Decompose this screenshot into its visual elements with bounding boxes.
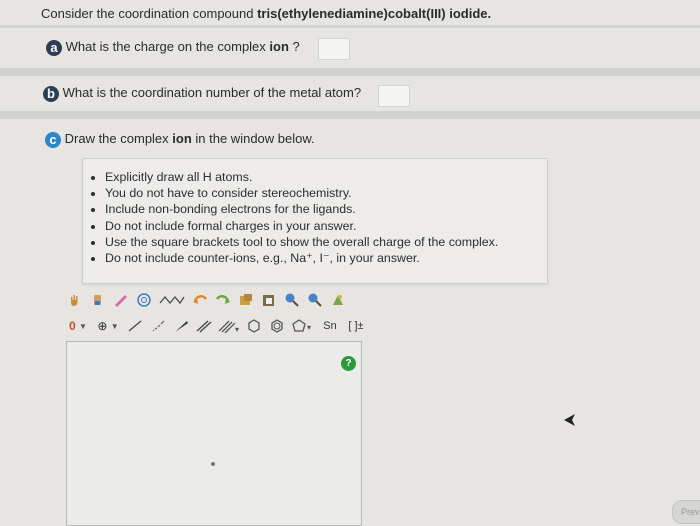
part-c: c Draw the complex ion in the window bel… xyxy=(45,131,315,148)
part-c-bold: ion xyxy=(172,131,192,146)
part-c-prefix: Draw the complex xyxy=(64,131,173,146)
divider xyxy=(0,111,700,119)
redo-icon[interactable] xyxy=(214,292,232,308)
single-bond-icon[interactable] xyxy=(126,318,144,334)
double-bond-icon[interactable] xyxy=(195,318,213,334)
plus-charge-icon: ⊕ xyxy=(97,319,108,333)
instruction-item: You do not have to consider stereochemis… xyxy=(105,185,547,201)
part-c-suffix: in the window below. xyxy=(191,131,315,146)
instruction-item: Do not include counter-ions, e.g., Na⁺, … xyxy=(105,250,547,266)
undo-icon[interactable] xyxy=(191,292,209,308)
erase-icon[interactable] xyxy=(89,292,107,308)
plus-charge-selector[interactable]: ⊕ ▼ xyxy=(95,318,121,334)
pencil-icon[interactable] xyxy=(112,292,130,308)
instruction-item: Include non-bonding electrons for the li… xyxy=(105,201,547,217)
chevron-down-icon: ▼ xyxy=(110,321,119,331)
part-b-text: What is the coordination number of the m… xyxy=(62,85,362,100)
part-a-bold: ion xyxy=(269,39,289,54)
svg-text:▾: ▾ xyxy=(307,323,311,332)
benzene-icon[interactable] xyxy=(268,318,286,334)
help-label: ? xyxy=(345,358,352,369)
cyclopentane-icon[interactable]: ▾ xyxy=(291,318,315,334)
zoom-in-icon[interactable] xyxy=(283,292,301,308)
charge-value: 0 xyxy=(69,319,76,333)
charge-selector[interactable]: 0 ▼ xyxy=(66,318,90,334)
part-b: b What is the coordination number of the… xyxy=(43,85,361,102)
divider xyxy=(0,25,700,28)
charge-answer-field[interactable] xyxy=(318,38,350,60)
toolbar-row-1 xyxy=(66,292,347,308)
previous-button[interactable]: Previ xyxy=(672,500,700,524)
sn-label: Sn xyxy=(323,320,337,332)
divider xyxy=(0,68,700,76)
cyclohexane-icon[interactable] xyxy=(245,318,263,334)
part-a-badge: a xyxy=(46,39,62,56)
drawing-canvas[interactable]: ? xyxy=(66,341,362,526)
bracket-label: [ ]± xyxy=(348,320,364,332)
previous-label: Previ xyxy=(681,507,700,517)
svg-text:▾: ▾ xyxy=(235,325,239,333)
brackets-icon[interactable]: [ ]± xyxy=(345,318,367,334)
instructions-box: Explicitly draw all H atoms. You do not … xyxy=(82,158,548,284)
compound-name: tris(ethylenediamine)cobalt(III) iodide. xyxy=(257,6,492,21)
question-header: Consider the coordination compound tris(… xyxy=(41,6,491,21)
paste-icon[interactable] xyxy=(260,292,278,308)
coordination-number-field[interactable] xyxy=(378,85,410,107)
zoom-out-icon[interactable] xyxy=(306,292,324,308)
hashed-bond-icon[interactable] xyxy=(149,318,167,334)
hand-icon[interactable] xyxy=(66,292,84,308)
chevron-down-icon: ▼ xyxy=(79,321,87,331)
part-a: a What is the charge on the complex ion … xyxy=(46,39,300,56)
instruction-item: Use the square brackets tool to show the… xyxy=(105,234,547,250)
help-button[interactable]: ? xyxy=(341,356,356,371)
header-prefix: Consider the coordination compound xyxy=(41,6,258,21)
sn-icon[interactable]: Sn xyxy=(320,318,340,334)
part-a-suffix: ? xyxy=(288,39,300,54)
instructions-list: Explicitly draw all H atoms. You do not … xyxy=(83,169,547,266)
instruction-item: Do not include formal charges in your an… xyxy=(105,218,547,234)
toolbar-row-2: 0 ▼ ⊕ ▼ ▾ ▾ Sn [ ]± xyxy=(66,318,367,334)
chain-icon[interactable] xyxy=(158,292,186,308)
triple-bond-icon[interactable]: ▾ xyxy=(218,318,240,334)
copy-icon[interactable] xyxy=(237,292,255,308)
instruction-item: Explicitly draw all H atoms. xyxy=(105,169,547,185)
part-c-badge: c xyxy=(45,131,61,148)
wedge-bond-icon[interactable] xyxy=(172,318,190,334)
canvas-dot xyxy=(211,462,215,466)
ring-template-icon[interactable] xyxy=(135,292,153,308)
clean-icon[interactable] xyxy=(329,292,347,308)
part-a-prefix: What is the charge on the complex xyxy=(65,39,270,54)
part-b-badge: b xyxy=(43,85,59,102)
cursor-icon xyxy=(564,414,575,426)
